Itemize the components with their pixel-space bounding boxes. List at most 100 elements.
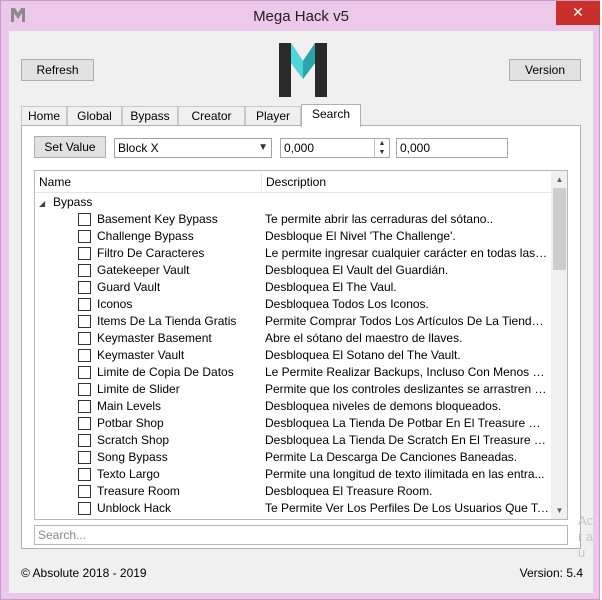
item-name: Keymaster Basement [97, 331, 212, 345]
item-description: Desbloquea El The Vaul. [265, 280, 397, 294]
column-header-name[interactable]: Name [35, 171, 261, 193]
item-description: Desbloquea La Tienda De Potbar En El Tre… [265, 416, 549, 430]
list-item[interactable]: Basement Key Bypass Te permite abrir las … [35, 211, 551, 228]
stepper-up-icon[interactable]: ▲ [375, 139, 389, 148]
tab-creator[interactable]: Creator [178, 106, 245, 126]
list-item[interactable]: Potbar Shop Desbloquea La Tienda De Potba… [35, 415, 551, 432]
item-description: Te Permite Ver Los Perfiles De Los Usuar… [265, 501, 549, 515]
list-item[interactable]: Keymaster Basement Abre el sótano del mae… [35, 330, 551, 347]
group-label: Bypass [53, 195, 93, 209]
item-name: Song Bypass [97, 450, 168, 464]
item-description: Te permite abrir las cerraduras del sóta… [265, 212, 494, 226]
item-name: Items De La Tienda Gratis [97, 314, 237, 328]
scroll-thumb[interactable] [553, 188, 566, 270]
scroll-up-icon[interactable]: ▲ [551, 171, 567, 188]
checkbox[interactable] [78, 298, 91, 311]
hacks-list[interactable]: Name Description ◢ Bypass Basement Key By… [34, 170, 568, 520]
list-item[interactable]: Treasure Room Desbloquea El Treasure Room… [35, 483, 551, 500]
stepper-down-icon[interactable]: ▼ [375, 148, 389, 157]
title-bar[interactable]: Mega Hack v5 ✕ [1, 1, 601, 31]
list-item[interactable]: Items De La Tienda Gratis Permite Comprar… [35, 313, 551, 330]
version-text: Version: 5.4 [519, 566, 583, 580]
checkbox[interactable] [78, 400, 91, 413]
item-name: Gatekeeper Vault [97, 263, 190, 277]
checkbox[interactable] [78, 230, 91, 243]
checkbox[interactable] [78, 247, 91, 260]
item-description: Permite una longitud de texto ilimitada … [265, 467, 545, 481]
item-description: Desbloquea El Vault del Guardián. [265, 263, 449, 277]
list-item[interactable]: Gatekeeper Vault Desbloquea El Vault del … [35, 262, 551, 279]
list-item[interactable]: Iconos Desbloquea Todos Los Iconos. [35, 296, 551, 313]
list-item[interactable]: Limite de Copia De Datos Le Permite Reali… [35, 364, 551, 381]
checkbox[interactable] [78, 264, 91, 277]
stepper-buttons[interactable]: ▲ ▼ [374, 139, 389, 157]
close-button[interactable]: ✕ [556, 1, 600, 25]
tab-global[interactable]: Global [67, 106, 122, 126]
block-select-value: Block X [118, 141, 159, 155]
checkbox[interactable] [78, 366, 91, 379]
checkbox[interactable] [78, 502, 91, 515]
block-select[interactable]: Block X ▼ [114, 138, 272, 158]
activation-watermark: Ac r a u [578, 513, 594, 560]
set-value-button[interactable]: Set Value [34, 136, 106, 158]
checkbox[interactable] [78, 349, 91, 362]
tab-search[interactable]: Search [301, 104, 361, 127]
tab-player[interactable]: Player [245, 106, 301, 126]
item-name: Potbar Shop [97, 416, 164, 430]
list-item[interactable]: Song Bypass Permite La Descarga De Cancio… [35, 449, 551, 466]
item-description: Permite Comprar Todos Los Artículos De L… [265, 314, 549, 328]
list-item[interactable]: Challenge Bypass Desbloque El Nivel 'The … [35, 228, 551, 245]
checkbox[interactable] [78, 213, 91, 226]
item-name: Keymaster Vault [97, 348, 185, 362]
checkbox[interactable] [78, 315, 91, 328]
list-rows: Basement Key Bypass Te permite abrir las … [35, 211, 551, 517]
list-item[interactable]: Texto Largo Permite una longitud de texto… [35, 466, 551, 483]
tab-home[interactable]: Home [21, 106, 67, 126]
list-item[interactable]: Limite de Slider Permite que los controle… [35, 381, 551, 398]
version-button[interactable]: Version [509, 59, 581, 81]
list-item[interactable]: Keymaster Vault Desbloquea El Sotano del … [35, 347, 551, 364]
checkbox[interactable] [78, 332, 91, 345]
checkbox[interactable] [78, 451, 91, 464]
item-description: Desbloquea niveles de demons bloqueados. [265, 399, 502, 413]
search-input[interactable]: Search... [34, 525, 568, 545]
column-header-description[interactable]: Description [262, 171, 551, 193]
copyright-text: © Absolute 2018 - 2019 [21, 566, 147, 580]
vertical-scrollbar[interactable]: ▲ ▼ [551, 171, 567, 519]
tab-bypass[interactable]: Bypass [122, 106, 178, 126]
list-item[interactable]: Guard Vault Desbloquea El The Vaul. [35, 279, 551, 296]
client-area: Refresh Version Home Global Bypass Creat… [9, 31, 593, 593]
refresh-button[interactable]: Refresh [21, 59, 94, 81]
item-description: Desbloquea La Tienda De Scratch En El Tr… [265, 433, 549, 447]
checkbox[interactable] [78, 417, 91, 430]
item-description: Desbloque El Nivel 'The Challenge'. [265, 229, 456, 243]
item-name: Unblock Hack [97, 501, 172, 515]
item-name: Guard Vault [97, 280, 161, 294]
checkbox[interactable] [78, 434, 91, 447]
item-description: Le Permite Realizar Backups, Incluso Con… [265, 365, 549, 379]
item-name: Limite de Slider [97, 382, 180, 396]
item-name: Limite de Copia De Datos [97, 365, 234, 379]
checkbox[interactable] [78, 485, 91, 498]
checkbox[interactable] [78, 468, 91, 481]
item-name: Challenge Bypass [97, 229, 194, 243]
scroll-down-icon[interactable]: ▼ [551, 502, 567, 519]
value-stepper[interactable]: 0,000 ▲ ▼ [280, 138, 390, 158]
checkbox[interactable] [78, 281, 91, 294]
item-name: Texto Largo [97, 467, 160, 481]
list-item[interactable]: Scratch Shop Desbloquea La Tienda De Scra… [35, 432, 551, 449]
checkbox[interactable] [78, 383, 91, 396]
value-field[interactable]: 0,000 [396, 138, 508, 158]
chevron-down-icon: ▼ [258, 142, 268, 153]
list-item[interactable]: Filtro De Caracteres Le permite ingresar … [35, 245, 551, 262]
item-description: Desbloquea El Treasure Room. [265, 484, 433, 498]
item-description: Permite que los controles deslizantes se… [265, 382, 549, 396]
list-item[interactable]: Unblock Hack Te Permite Ver Los Perfiles … [35, 500, 551, 517]
group-row-bypass[interactable]: ◢ Bypass [39, 194, 92, 211]
expand-arrow-icon[interactable]: ◢ [39, 195, 53, 212]
item-name: Treasure Room [97, 484, 180, 498]
search-tab-panel: Set Value Block X ▼ 0,000 ▲ ▼ 0,000 Name… [21, 125, 581, 549]
list-header: Name Description [35, 171, 551, 193]
item-name: Basement Key Bypass [97, 212, 218, 226]
list-item[interactable]: Main Levels Desbloquea niveles de demons … [35, 398, 551, 415]
